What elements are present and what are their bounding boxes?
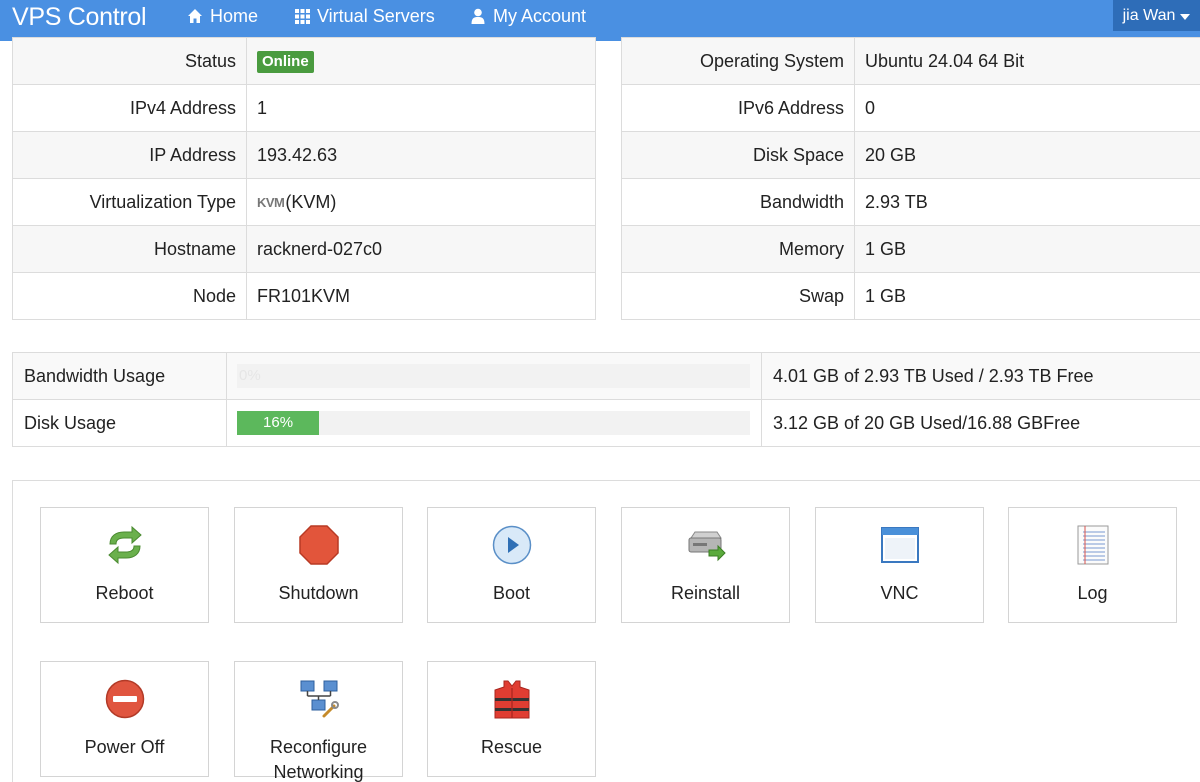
nav-home[interactable]: Home (186, 5, 258, 27)
bandwidth-label: Bandwidth (621, 178, 855, 226)
table-row: Bandwidth 2.93 TB (621, 178, 1200, 226)
top-navbar: VPS Control Home Virtual Servers My Acco… (0, 0, 1200, 41)
table-row: IPv6 Address 0 (621, 84, 1200, 132)
vnc-label: VNC (880, 583, 919, 603)
disk-progress-text: 16% (263, 414, 294, 431)
reboot-label: Reboot (95, 583, 154, 603)
reinstall-button[interactable]: Reinstall (621, 507, 790, 623)
grid-icon (293, 7, 311, 25)
kvm-logo: KVM (257, 194, 285, 210)
server-info-table-left: Status Online IPv4 Address 1 IP Address … (12, 37, 596, 320)
hostname-value: racknerd-027c0 (246, 225, 596, 273)
life-vest-icon (491, 678, 533, 720)
boot-label: Boot (492, 583, 531, 603)
table-row: IP Address 193.42.63 (12, 131, 596, 179)
reconfigure-networking-label: Reconfigure Networking (235, 735, 402, 782)
server-info-table-right: Operating System Ubuntu 24.04 64 Bit IPv… (621, 37, 1200, 320)
bandwidth-usage-detail: 4.01 GB of 2.93 TB Used / 2.93 TB Free (761, 352, 1200, 400)
virtualization-cell: KVM(KVM) (246, 178, 596, 226)
virtualization-value: (KVM) (285, 191, 337, 212)
vnc-button[interactable]: VNC (815, 507, 984, 623)
power-off-button[interactable]: Power Off (40, 661, 209, 777)
table-row: Operating System Ubuntu 24.04 64 Bit (621, 37, 1200, 85)
ipv6-value: 0 (854, 84, 1200, 132)
status-label: Status (12, 37, 247, 85)
table-row: Virtualization Type KVM(KVM) (12, 178, 596, 226)
brand-title[interactable]: VPS Control (12, 2, 147, 32)
table-row: Node FR101KVM (12, 272, 596, 320)
nav-virtual-servers[interactable]: Virtual Servers (293, 5, 435, 27)
table-row: Status Online (12, 37, 596, 85)
boot-button[interactable]: Boot (427, 507, 596, 623)
shutdown-label: Shutdown (278, 583, 359, 603)
table-row: Memory 1 GB (621, 225, 1200, 273)
nav-home-label: Home (210, 5, 259, 26)
shutdown-button[interactable]: Shutdown (234, 507, 403, 623)
user-menu-dropdown[interactable]: jia Wan (1113, 0, 1200, 31)
user-name: jia Wan (1122, 6, 1176, 24)
table-row: Bandwidth Usage 0% 4.01 GB of 2.93 TB Us… (12, 352, 1200, 400)
reconfigure-networking-button[interactable]: Reconfigure Networking (234, 661, 403, 782)
usage-table: Bandwidth Usage 0% 4.01 GB of 2.93 TB Us… (12, 352, 1200, 447)
play-circle-icon (491, 524, 533, 566)
rescue-label: Rescue (480, 737, 543, 757)
bandwidth-usage-bar-cell: 0% (226, 352, 762, 400)
bandwidth-value: 2.93 TB (854, 178, 1200, 226)
table-row: Disk Space 20 GB (621, 131, 1200, 179)
drive-arrow-icon (685, 524, 727, 566)
nav-virtual-servers-label: Virtual Servers (317, 5, 435, 26)
nav-my-account-label: My Account (493, 5, 587, 26)
caret-down-icon (1180, 13, 1191, 20)
table-row: Swap 1 GB (621, 272, 1200, 320)
user-icon (469, 7, 487, 25)
virtualization-label: Virtualization Type (12, 178, 247, 226)
status-badge: Online (257, 50, 314, 73)
status-cell: Online (246, 37, 596, 85)
ip-value: 193.42.63 (246, 131, 596, 179)
node-value: FR101KVM (246, 272, 596, 320)
power-off-label: Power Off (84, 737, 165, 757)
reconfigure-label-line2: Networking (273, 762, 364, 782)
hostname-label: Hostname (12, 225, 247, 273)
disk-space-value: 20 GB (854, 131, 1200, 179)
os-label: Operating System (621, 37, 855, 85)
table-row: Hostname racknerd-027c0 (12, 225, 596, 273)
disk-usage-bar-cell: 16% (226, 399, 762, 447)
server-actions-panel: Reboot Shutdown Boot Reinstall VNC Log P… (12, 480, 1200, 782)
rescue-button[interactable]: Rescue (427, 661, 596, 777)
refresh-arrows-icon (104, 524, 146, 566)
ipv6-label: IPv6 Address (621, 84, 855, 132)
memory-value: 1 GB (854, 225, 1200, 273)
disk-progress-bar: 16% (237, 411, 750, 435)
node-label: Node (12, 272, 247, 320)
ipv4-value: 1 (246, 84, 596, 132)
notepad-icon (1072, 524, 1114, 566)
network-icon (298, 678, 340, 720)
swap-label: Swap (621, 272, 855, 320)
memory-label: Memory (621, 225, 855, 273)
reconfigure-label-line1: Reconfigure (269, 737, 368, 757)
swap-value: 1 GB (854, 272, 1200, 320)
window-icon (879, 524, 921, 566)
stop-sign-icon (298, 524, 340, 566)
disk-space-label: Disk Space (621, 131, 855, 179)
bandwidth-progress-bar: 0% (237, 364, 750, 388)
table-row: Disk Usage 16% 3.12 GB of 20 GB Used/16.… (12, 399, 1200, 447)
log-button[interactable]: Log (1008, 507, 1177, 623)
reboot-button[interactable]: Reboot (40, 507, 209, 623)
home-icon (186, 7, 204, 25)
nav-my-account[interactable]: My Account (469, 5, 586, 27)
log-label: Log (1077, 583, 1108, 603)
ip-label: IP Address (12, 131, 247, 179)
table-row: IPv4 Address 1 (12, 84, 596, 132)
ipv4-label: IPv4 Address (12, 84, 247, 132)
os-value: Ubuntu 24.04 64 Bit (854, 37, 1200, 85)
bandwidth-progress-text: 0% (239, 367, 261, 384)
reinstall-label: Reinstall (670, 583, 741, 603)
disk-usage-detail: 3.12 GB of 20 GB Used/16.88 GBFree (761, 399, 1200, 447)
bandwidth-usage-label: Bandwidth Usage (12, 352, 227, 400)
no-entry-icon (104, 678, 146, 720)
disk-usage-label: Disk Usage (12, 399, 227, 447)
